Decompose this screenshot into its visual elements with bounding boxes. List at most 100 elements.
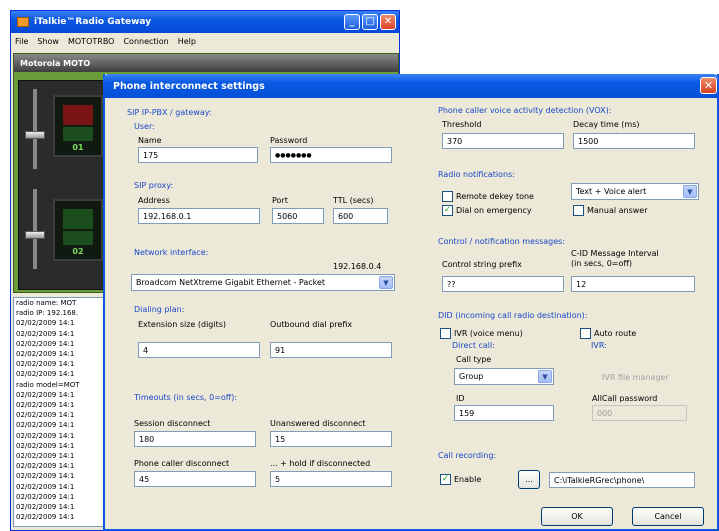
remote-dekey-checkbox[interactable]: Remote dekey tone xyxy=(442,191,534,202)
allcall-password-input[interactable]: 000 xyxy=(592,405,687,421)
vox-section-title: Phone caller voice activity detection (V… xyxy=(438,106,612,115)
menu-connection[interactable]: Connection xyxy=(123,37,168,46)
session-disconnect-label: Session disconnect xyxy=(134,419,211,428)
control-prefix-input[interactable]: ?? xyxy=(442,276,564,292)
manual-answer-label: Manual answer xyxy=(587,206,648,215)
unanswered-disconnect-input[interactable]: 15 xyxy=(270,431,392,447)
id-label: ID xyxy=(456,394,465,403)
auto-route-label: Auto route xyxy=(594,329,637,338)
volume-slider-track-1 xyxy=(33,89,37,169)
network-interface-select[interactable]: Broadcom NetXtreme Gigabit Ethernet - Pa… xyxy=(131,274,395,291)
dialing-section-title: Dialing plan: xyxy=(134,305,185,314)
call-type-select[interactable]: Group ▼ xyxy=(454,368,554,385)
browse-button[interactable]: ... xyxy=(518,470,540,489)
volume-slider-track-2 xyxy=(33,189,37,269)
remote-dekey-box xyxy=(442,191,453,202)
name-input[interactable]: 175 xyxy=(138,147,258,163)
enable-recording-checkbox[interactable]: ✓ Enable xyxy=(440,474,481,485)
device-title: Motorola MOTO xyxy=(14,54,398,72)
app-icon xyxy=(17,17,29,27)
recording-section-title: Call recording: xyxy=(438,451,497,460)
password-input[interactable]: ●●●●●●● xyxy=(270,147,392,163)
ext-size-input[interactable]: 4 xyxy=(138,342,260,358)
sip-section-title: SIP IP-PBX / gateway: xyxy=(127,108,212,117)
chevron-down-icon: ▼ xyxy=(538,370,552,383)
ivr-sub-label: IVR: xyxy=(591,341,607,350)
caller-disconnect-label: Phone caller disconnect xyxy=(134,459,230,468)
network-ip: 192.168.0.4 xyxy=(333,262,382,271)
dialog-titlebar: Phone interconnect settings ✕ xyxy=(103,74,719,98)
alert-mode-value: Text + Voice alert xyxy=(576,187,647,196)
radio-channels: 01 02 xyxy=(18,80,106,290)
outbound-prefix-input[interactable]: 91 xyxy=(270,342,392,358)
remote-dekey-label: Remote dekey tone xyxy=(456,192,534,201)
control-section-title: Control / notification messages: xyxy=(438,237,566,246)
channel-display-2: 02 xyxy=(53,199,103,261)
direct-call-label: Direct call: xyxy=(452,341,495,350)
checkmark-icon: ✓ xyxy=(442,205,453,216)
close-button[interactable]: ✕ xyxy=(380,14,396,30)
network-section-title: Network interface: xyxy=(134,248,209,257)
manual-answer-checkbox[interactable]: Manual answer xyxy=(573,205,648,216)
volume-slider-1[interactable] xyxy=(25,131,45,139)
menu-show[interactable]: Show xyxy=(37,37,59,46)
channel-label-1: 01 xyxy=(72,143,84,152)
alert-mode-select[interactable]: Text + Voice alert ▼ xyxy=(571,183,699,200)
menu-help[interactable]: Help xyxy=(178,37,196,46)
channel-label-2: 02 xyxy=(72,247,84,256)
threshold-input[interactable]: 370 xyxy=(442,133,564,149)
maximize-button[interactable]: □ xyxy=(362,14,378,30)
ivr-file-manager-button[interactable]: IVR file manager xyxy=(602,373,669,382)
manual-answer-box xyxy=(573,205,584,216)
volume-slider-2[interactable] xyxy=(25,231,45,239)
user-label: User: xyxy=(134,122,155,131)
call-type-label: Call type xyxy=(456,355,492,364)
ttl-label: TTL (secs) xyxy=(333,196,374,205)
network-interface-value: Broadcom NetXtreme Gigabit Ethernet - Pa… xyxy=(136,278,326,287)
id-input[interactable]: 159 xyxy=(454,405,554,421)
timeouts-section-title: Timeouts (in secs, 0=off): xyxy=(134,393,238,402)
main-window-title: iTalkie™Radio Gateway xyxy=(34,17,152,27)
hold-disconnect-input[interactable]: 5 xyxy=(270,471,392,487)
password-label: Password xyxy=(270,136,308,145)
allcall-password-label: AllCall password xyxy=(592,394,658,403)
ok-button[interactable]: OK xyxy=(541,507,613,526)
cancel-button[interactable]: Cancel xyxy=(632,507,704,526)
menu-mototrbo[interactable]: MOTOTRBO xyxy=(68,37,114,46)
call-type-value: Group xyxy=(459,372,484,381)
chevron-down-icon: ▼ xyxy=(683,185,697,198)
dial-emergency-checkbox[interactable]: ✓ Dial on emergency xyxy=(442,205,532,216)
ttl-input[interactable]: 600 xyxy=(333,208,388,224)
threshold-label: Threshold xyxy=(442,120,482,129)
address-input[interactable]: 192.168.0.1 xyxy=(138,208,260,224)
dialog-close-button[interactable]: ✕ xyxy=(700,77,717,94)
menu-file[interactable]: File xyxy=(15,37,28,46)
ext-size-label: Extension size (digits) xyxy=(138,320,227,329)
session-disconnect-input[interactable]: 180 xyxy=(134,431,256,447)
ivr-box xyxy=(440,328,451,339)
auto-route-checkbox[interactable]: Auto route xyxy=(580,328,636,339)
unanswered-disconnect-label: Unanswered disconnect xyxy=(270,419,366,428)
caller-disconnect-input[interactable]: 45 xyxy=(134,471,256,487)
decay-time-input[interactable]: 1500 xyxy=(573,133,695,149)
recording-path-input[interactable]: C:\iTalkieRGrec\phone\ xyxy=(549,472,695,488)
did-section-title: DID (incoming call radio destination): xyxy=(438,311,588,320)
menu-bar: File Show MOTOTRBO Connection Help xyxy=(11,33,399,49)
ivr-checkbox[interactable]: IVR (voice menu) xyxy=(440,328,523,339)
sip-proxy-label: SIP proxy: xyxy=(134,181,174,190)
radio-notifications-section-title: Radio notifications: xyxy=(438,170,515,179)
minimize-button[interactable]: _ xyxy=(344,14,360,30)
interval-label-2: (in secs, 0=off) xyxy=(571,259,633,268)
channel-display-1: 01 xyxy=(53,95,103,157)
interval-input[interactable]: 12 xyxy=(571,276,695,292)
checkmark-icon: ✓ xyxy=(440,474,451,485)
name-label: Name xyxy=(138,136,162,145)
interval-label-1: C-ID Message Interval xyxy=(571,249,659,258)
chevron-down-icon: ▼ xyxy=(379,276,393,289)
port-input[interactable]: 5060 xyxy=(272,208,324,224)
dialog-title: Phone interconnect settings xyxy=(113,80,265,92)
main-titlebar: iTalkie™Radio Gateway _ □ ✕ xyxy=(11,11,399,33)
address-label: Address xyxy=(138,196,170,205)
dial-emergency-label: Dial on emergency xyxy=(456,206,532,215)
control-prefix-label: Control string prefix xyxy=(442,260,522,269)
